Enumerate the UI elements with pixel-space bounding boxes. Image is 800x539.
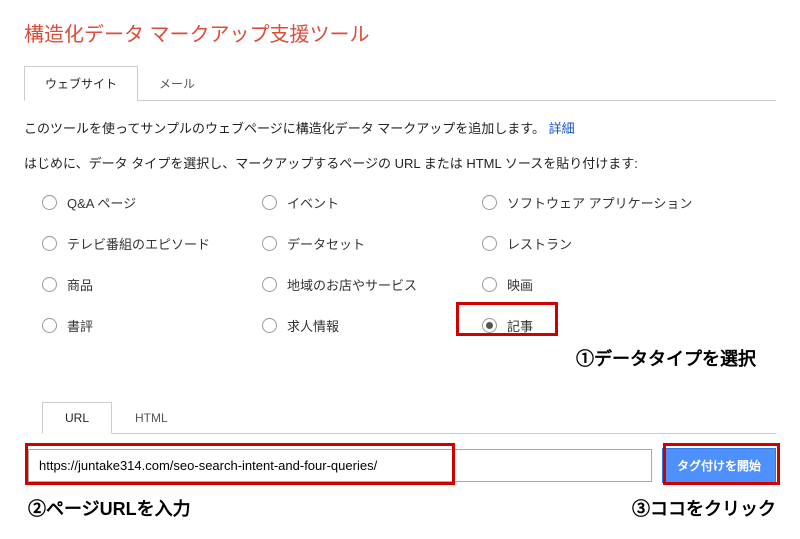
tab-website[interactable]: ウェブサイト [24,66,138,101]
data-types-grid: Q&A ページ イベント ソフトウェア アプリケーション テレビ番組のエピソード… [24,193,776,335]
radio-review[interactable]: 書評 [42,316,262,335]
radio-software[interactable]: ソフトウェア アプリケーション [482,193,776,212]
description: このツールを使ってサンプルのウェブページに構造化データ マークアップを追加します… [24,119,776,140]
radio-label: 書評 [67,316,93,335]
radio-event[interactable]: イベント [262,193,482,212]
radio-icon [42,277,57,292]
radio-icon [262,195,277,210]
radio-label: 地域のお店やサービス [287,275,417,294]
annotation-step3: ③ココをクリック [632,495,776,521]
radio-icon [42,195,57,210]
radio-qa[interactable]: Q&A ページ [42,193,262,212]
detail-link[interactable]: 詳細 [549,121,575,136]
tab-mail[interactable]: メール [138,66,216,101]
source-tabs: URL HTML [42,401,776,434]
radio-icon [42,236,57,251]
annotation-step1: ①データタイプを選択 [576,349,756,369]
radio-icon [482,195,497,210]
tab-url[interactable]: URL [42,402,112,434]
instruction-text: はじめに、データ タイプを選択し、マークアップするページの URL または HT… [24,154,776,175]
annotation-box-article [456,302,558,336]
radio-icon [262,318,277,333]
annotation-box-url [25,443,455,485]
radio-job[interactable]: 求人情報 [262,316,482,335]
radio-label: Q&A ページ [67,193,136,212]
radio-product[interactable]: 商品 [42,275,262,294]
radio-movie[interactable]: 映画 [482,275,776,294]
radio-label: 求人情報 [287,316,339,335]
annotation-step2: ②ページURLを入力 [28,495,191,521]
tab-html[interactable]: HTML [112,402,191,434]
radio-label: レストラン [507,234,572,253]
bottom-annotations: ②ページURLを入力 ③ココをクリック [28,495,776,521]
radio-local[interactable]: 地域のお店やサービス [262,275,482,294]
radio-icon [482,236,497,251]
radio-label: 映画 [507,275,533,294]
radio-icon [42,318,57,333]
radio-icon [262,277,277,292]
radio-label: ソフトウェア アプリケーション [507,193,692,212]
radio-label: テレビ番組のエピソード [67,234,210,253]
page-title: 構造化データ マークアップ支援ツール [24,18,776,47]
radio-icon [482,277,497,292]
radio-restaurant[interactable]: レストラン [482,234,776,253]
radio-label: イベント [287,193,339,212]
description-text: このツールを使ってサンプルのウェブページに構造化データ マークアップを追加します… [24,121,545,136]
main-tabs: ウェブサイト メール [24,65,776,101]
radio-tv[interactable]: テレビ番組のエピソード [42,234,262,253]
radio-icon [262,236,277,251]
radio-label: データセット [287,234,365,253]
annotation-box-button [663,443,780,485]
radio-label: 商品 [67,275,93,294]
radio-dataset[interactable]: データセット [262,234,482,253]
